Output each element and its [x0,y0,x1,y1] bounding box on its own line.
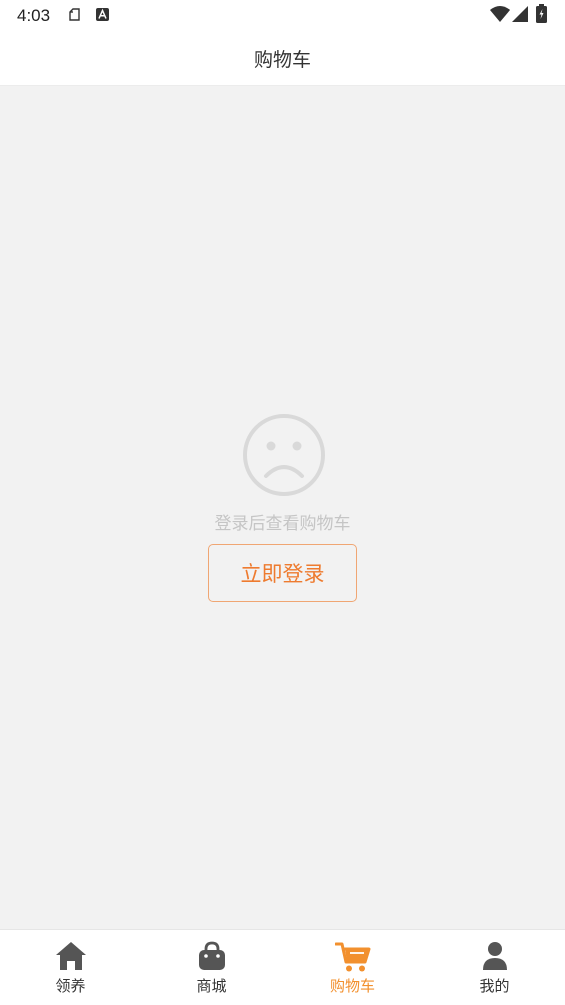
nav-item-mine[interactable]: 我的 [424,930,565,1005]
status-time: 4:03 [17,6,51,25]
signal-icon [512,6,528,26]
bottom-nav: 领养 商城 购物车 我的 [0,929,565,1004]
nav-item-cart[interactable]: 购物车 [282,930,423,1005]
user-icon [481,941,509,975]
shopping-bag-icon [198,941,226,975]
sad-face-icon [241,412,327,498]
wifi-icon [490,6,510,26]
empty-cart-message: 登录后查看购物车 [214,514,351,534]
login-button[interactable]: 立即登录 [208,544,357,602]
home-icon [55,941,87,975]
nav-label: 商城 [196,977,227,995]
notification-icon [67,7,83,27]
battery-icon [536,4,547,27]
nav-item-mall[interactable]: 商城 [141,930,282,1005]
status-bar: 4:03 [0,0,565,34]
app-a-icon [95,7,110,26]
nav-label: 领养 [55,977,86,995]
nav-item-adopt[interactable]: 领养 [0,930,141,1005]
nav-label: 购物车 [329,977,375,995]
nav-label: 我的 [479,977,510,995]
page-title: 购物车 [253,49,311,71]
shopping-cart-icon [334,941,371,977]
cart-empty-area: 登录后查看购物车 立即登录 [0,86,565,929]
header: 购物车 [0,34,565,86]
